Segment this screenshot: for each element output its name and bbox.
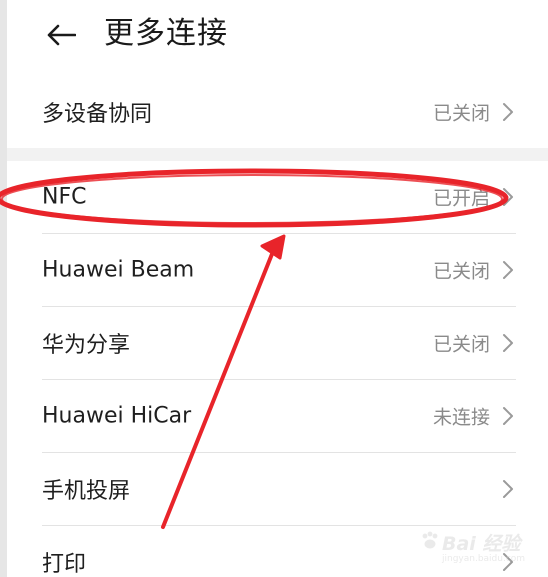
row-label: Huawei Beam	[42, 257, 195, 283]
setting-row-huawei-beam[interactable]: Huawei Beam 已关闭	[42, 234, 516, 306]
row-label: Huawei HiCar	[42, 403, 192, 429]
row-label: 多设备协同	[42, 102, 153, 127]
row-status: 未连接	[432, 406, 490, 429]
setting-row-screen-projection[interactable]: 手机投屏	[42, 453, 516, 525]
header: 更多连接	[0, 0, 548, 70]
back-button[interactable]	[44, 18, 78, 52]
settings-page: 更多连接 多设备协同 已关闭 NFC 已开启 Huawei Beam 已关闭 华…	[0, 0, 548, 577]
chevron-right-icon	[503, 261, 513, 279]
row-label: 手机投屏	[42, 479, 131, 504]
setting-row-huawei-share[interactable]: 华为分享 已关闭	[42, 307, 516, 379]
row-status: 已关闭	[432, 333, 490, 356]
watermark-url: jingyan.baidu.com	[442, 554, 526, 564]
section-gap	[7, 148, 548, 161]
setting-row-huawei-hicar[interactable]: Huawei HiCar 未连接	[42, 380, 516, 452]
watermark-brand: Bai 经验	[442, 533, 521, 555]
watermark: Bai 经验 jingyan.baidu.com	[420, 527, 538, 571]
setting-row-multi-device[interactable]: 多设备协同 已关闭	[42, 76, 516, 148]
chevron-right-icon	[503, 407, 513, 425]
chevron-right-icon	[503, 103, 513, 121]
row-status: 已开启	[432, 187, 490, 210]
arrow-left-icon	[47, 24, 76, 46]
row-label: 打印	[42, 552, 87, 577]
row-status: 已关闭	[432, 260, 490, 283]
left-edge	[0, 0, 7, 577]
chevron-right-icon	[503, 334, 513, 352]
paw-icon	[422, 531, 438, 549]
row-status: 已关闭	[432, 102, 490, 125]
row-label: NFC	[42, 184, 87, 210]
setting-row-nfc[interactable]: NFC 已开启	[42, 161, 516, 233]
row-label: 华为分享	[42, 333, 131, 358]
chevron-right-icon	[503, 480, 513, 498]
page-title: 更多连接	[104, 16, 228, 51]
chevron-right-icon	[503, 188, 513, 206]
